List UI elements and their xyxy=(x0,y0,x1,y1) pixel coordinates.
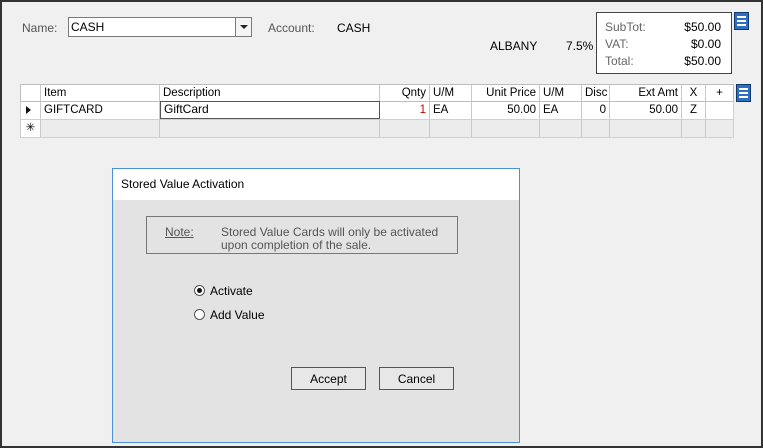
sales-window: Name: CASH Account: CASH ALBANY 7.5% Sub… xyxy=(0,0,763,448)
new-cell-plus[interactable] xyxy=(706,120,733,137)
col-ext-amt[interactable]: Ext Amt xyxy=(610,85,682,102)
note-line-2: upon completion of the sale. xyxy=(221,238,372,252)
row-pointer-icon xyxy=(21,102,41,119)
dialog-title: Stored Value Activation xyxy=(113,169,519,200)
subtotal-label: SubTot: xyxy=(605,20,646,34)
account-value: CASH xyxy=(337,21,371,35)
note-line-1: Stored Value Cards will only be activate… xyxy=(221,225,439,239)
cancel-button[interactable]: Cancel xyxy=(379,367,454,390)
col-qnty[interactable]: Qnty xyxy=(380,85,430,102)
table-row[interactable]: GIFTCARD GiftCard 1 EA 50.00 EA 0 50.00 … xyxy=(20,101,734,120)
cell-description-editor[interactable]: GiftCard xyxy=(160,101,380,119)
note-box: Note: Stored Value Cards will only be ac… xyxy=(146,216,458,254)
chevron-down-icon[interactable] xyxy=(235,18,251,36)
location-label: ALBANY xyxy=(490,39,538,53)
vat-value: $0.00 xyxy=(690,37,721,51)
col-disc[interactable]: Disc xyxy=(582,85,610,102)
total-value: $50.00 xyxy=(684,54,721,68)
cell-x[interactable]: Z xyxy=(682,102,706,119)
new-row[interactable]: ✳ xyxy=(20,120,734,138)
grid-menu-icon[interactable] xyxy=(736,84,751,102)
cell-plus[interactable] xyxy=(706,102,733,119)
activate-label[interactable]: Activate xyxy=(210,284,253,298)
grid-header: Item Description Qnty U/M Unit Price U/M… xyxy=(20,84,734,102)
name-label: Name: xyxy=(22,21,58,35)
note-label: Note: xyxy=(165,225,194,239)
name-value: CASH xyxy=(71,20,105,34)
new-row-marker: ✳ xyxy=(21,120,41,137)
cell-ext-amt[interactable]: 50.00 xyxy=(610,102,682,119)
add-value-label[interactable]: Add Value xyxy=(210,308,265,322)
accept-button[interactable]: Accept xyxy=(291,367,366,390)
new-cell-x[interactable] xyxy=(682,120,706,137)
account-label: Account: xyxy=(268,21,315,35)
tax-rate: 7.5% xyxy=(566,39,594,53)
menu-icon[interactable] xyxy=(734,12,749,30)
subtotal-value: $50.00 xyxy=(684,20,721,34)
name-dropdown[interactable]: CASH xyxy=(68,17,252,37)
col-description[interactable]: Description xyxy=(160,85,380,102)
total-label: Total: xyxy=(605,54,634,68)
col-plus[interactable]: + xyxy=(706,85,733,102)
new-cell-disc[interactable] xyxy=(582,120,610,137)
col-um2[interactable]: U/M xyxy=(540,85,582,102)
col-item[interactable]: Item xyxy=(41,85,160,102)
col-unit-price[interactable]: Unit Price xyxy=(472,85,540,102)
new-cell-um2[interactable] xyxy=(540,120,582,137)
col-x[interactable]: X xyxy=(682,85,706,102)
cell-item[interactable]: GIFTCARD xyxy=(41,102,160,119)
cell-um[interactable]: EA xyxy=(430,102,472,119)
new-cell-um[interactable] xyxy=(430,120,472,137)
cell-qnty[interactable]: 1 xyxy=(380,102,430,119)
new-cell-qnty[interactable] xyxy=(380,120,430,137)
col-um[interactable]: U/M xyxy=(430,85,472,102)
new-cell-unit-price[interactable] xyxy=(472,120,540,137)
totals-panel: SubTot: $50.00 VAT: $0.00 Total: $50.00 xyxy=(596,12,732,74)
new-cell-description[interactable] xyxy=(160,120,380,137)
row-selector-header xyxy=(21,85,41,102)
add-value-radio[interactable] xyxy=(194,309,205,320)
activate-radio[interactable] xyxy=(194,285,205,296)
cell-unit-price[interactable]: 50.00 xyxy=(472,102,540,119)
vat-label: VAT: xyxy=(605,37,629,51)
stored-value-dialog: Stored Value Activation Note: Stored Val… xyxy=(112,168,520,443)
line-items-grid: Item Description Qnty U/M Unit Price U/M… xyxy=(20,84,734,138)
cell-um2[interactable]: EA xyxy=(540,102,582,119)
new-cell-ext-amt[interactable] xyxy=(610,120,682,137)
new-cell-item[interactable] xyxy=(41,120,160,137)
cell-disc[interactable]: 0 xyxy=(582,102,610,119)
